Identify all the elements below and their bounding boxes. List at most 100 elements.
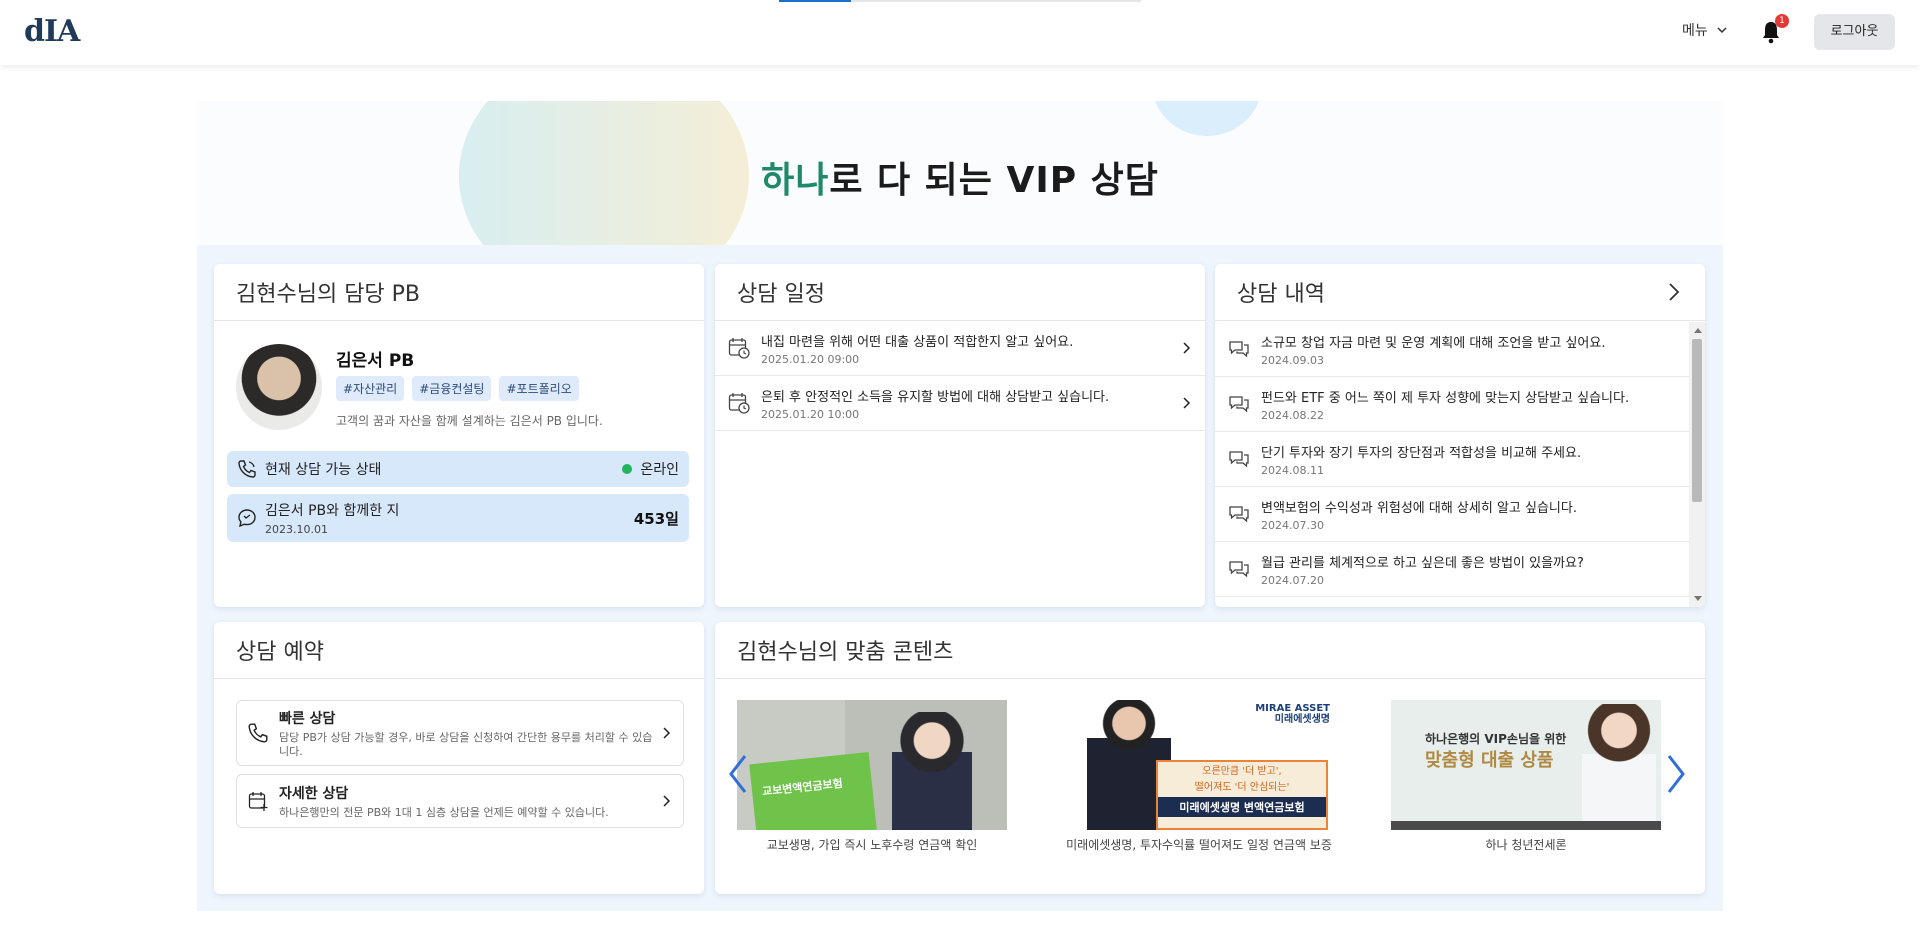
content-caption[interactable]: 교보생명, 가입 즉시 노후수령 연금액 확인 (737, 836, 1007, 853)
content-thumbnail[interactable]: 교보변액연금보험 (737, 700, 1007, 830)
thumbnail-text: 교보변액연금보험 (761, 776, 844, 799)
card-header: 상담 일정 (715, 264, 1205, 321)
brand-logo: MIRAE ASSET 미래에셋생명 (1255, 703, 1330, 725)
pb-name: 김은서 PB (336, 351, 415, 371)
detailed-consult-desc: 하나은행만의 전문 PB와 1대 1 심층 상담을 언제든 예약할 수 있습니다… (279, 805, 609, 819)
phone-icon (248, 723, 268, 743)
card-title: 상담 일정 (737, 282, 825, 307)
ad-line: 미래에셋생명 변액연금보험 (1158, 797, 1326, 817)
thumbnail-text: 맞춤형 대출 상품 (1425, 750, 1554, 771)
scrollbar-thumb[interactable] (1692, 339, 1702, 502)
chevron-right-icon (663, 795, 671, 807)
person-image (887, 712, 977, 830)
chevron-right-icon (1183, 397, 1191, 409)
scroll-down-icon[interactable] (1694, 596, 1702, 601)
history-title: 월급 관리를 체계적으로 하고 싶은데 좋은 방법이 있을까요? (1261, 555, 1584, 571)
card-title: 상담 내역 (1237, 282, 1325, 307)
card-header: 상담 예약 (214, 622, 704, 679)
brand-name: MIRAE ASSET (1255, 703, 1330, 714)
quick-consult-title: 빠른 상담 (279, 710, 336, 727)
tag: #금융컨설팅 (412, 376, 492, 401)
tag: #자산관리 (336, 376, 405, 401)
history-title: 단기 투자와 장기 투자의 장단점과 적합성을 비교해 주세요. (1261, 445, 1582, 461)
content-thumbnail[interactable]: MIRAE ASSET 미래에셋생명 오른만큼 '더 받고', 떨어져도 '더 안… (1064, 700, 1334, 830)
ad-panel: 오른만큼 '더 받고', 떨어져도 '더 안심되는' 미래에셋생명 변액연금보험 (1156, 760, 1328, 830)
history-title: 소규모 창업 자금 마련 및 운영 계획에 대해 조언을 받고 싶어요. (1261, 335, 1606, 351)
availability-status: 현재 상담 가능 상태 온라인 (227, 451, 689, 487)
person-image (1579, 704, 1659, 824)
history-card: 상담 내역 소규모 창업 자금 마련 및 운영 계획에 대해 조언을 받고 싶어… (1215, 264, 1705, 607)
together-label: 김은서 PB와 함께한 지 (265, 503, 400, 519)
history-date: 2024.09.03 (1261, 353, 1324, 367)
ad-line: 오른만큼 '더 받고', (1202, 766, 1282, 777)
online-dot (622, 464, 633, 474)
together-date: 2023.10.01 (265, 523, 328, 536)
menu-label: 메뉴 (1682, 23, 1708, 39)
history-item[interactable]: 월급 관리를 체계적으로 하고 싶은데 좋은 방법이 있을까요? 2024.07… (1215, 542, 1689, 597)
history-scrollbar[interactable] (1689, 322, 1705, 607)
history-date: 2024.07.30 (1261, 518, 1324, 532)
card-header: 김현수님의 맞춤 콘텐츠 (715, 622, 1705, 679)
history-title: 변액보험의 수익성과 위험성에 대해 상세히 알고 싶습니다. (1261, 500, 1577, 516)
tag: #포트폴리오 (499, 376, 579, 401)
contents-card: 김현수님의 맞춤 콘텐츠 교보변액연금보험 교보생명, 가입 즉시 노후수령 연… (715, 622, 1705, 894)
scroll-up-icon[interactable] (1694, 328, 1702, 333)
schedule-item[interactable]: 은퇴 후 안정적인 소득을 유지할 방법에 대해 상담받고 싶습니다. 2025… (715, 376, 1205, 431)
schedule-card: 상담 일정 내집 마련을 위해 어떤 대출 상품이 적합한지 알고 싶어요. 2… (715, 264, 1205, 607)
schedule-title: 내집 마련을 위해 어떤 대출 상품이 적합한지 알고 싶어요. (761, 334, 1074, 350)
logo[interactable]: dIA (24, 14, 80, 49)
together-days: 김은서 PB와 함께한 지 2023.10.01 453일 (227, 494, 689, 542)
logout-button[interactable]: 로그아웃 (1814, 14, 1895, 50)
banner-title-accent: 하나 (761, 160, 830, 201)
chat-bubbles-icon (1229, 561, 1249, 578)
chat-bubbles-icon (1229, 451, 1249, 468)
calendar-clock-icon (728, 338, 750, 359)
chat-bubbles-icon (1229, 341, 1249, 358)
card-header: 상담 내역 (1215, 264, 1705, 321)
chevron-right-icon (663, 727, 671, 739)
product-book-image: 교보변액연금보험 (749, 751, 877, 830)
chat-bubbles-icon (1229, 506, 1249, 523)
history-date: 2024.08.22 (1261, 408, 1324, 422)
chat-bubbles-icon (1229, 396, 1249, 413)
carousel-next-icon[interactable] (1665, 754, 1687, 794)
schedule-item[interactable]: 내집 마련을 위해 어떤 대출 상품이 적합한지 알고 싶어요. 2025.01… (715, 321, 1205, 376)
banner-title-rest: 로 다 되는 VIP 상담 (829, 160, 1159, 201)
detailed-consult-title: 자세한 상담 (279, 785, 349, 802)
history-title: 펀드와 ETF 중 어느 쪽이 제 투자 성향에 맞는지 상담받고 싶습니다. (1261, 390, 1630, 406)
quick-consult-button[interactable]: 빠른 상담 담당 PB가 상담 가능할 경우, 바로 상담을 신청하여 간단한 … (236, 700, 684, 766)
pb-description: 고객의 꿈과 자산을 함께 설계하는 김은서 PB 입니다. (336, 414, 603, 428)
notification-badge: 1 (1775, 14, 1789, 28)
chevron-right-icon (1183, 342, 1191, 354)
pb-avatar (236, 344, 322, 430)
chevron-right-icon[interactable] (1665, 281, 1683, 303)
card-title: 김현수님의 담당 PB (236, 282, 421, 307)
detailed-consult-button[interactable]: 자세한 상담 하나은행만의 전문 PB와 1대 1 심층 상담을 언제든 예약할… (236, 774, 684, 828)
history-date: 2024.08.11 (1261, 463, 1324, 477)
history-item[interactable]: 소규모 창업 자금 마련 및 운영 계획에 대해 조언을 받고 싶어요. 202… (1215, 322, 1689, 377)
phone-icon (238, 460, 256, 478)
carousel-prev-icon[interactable] (727, 754, 749, 794)
pb-card: 김현수님의 담당 PB 김은서 PB #자산관리 #금융컨설팅 #포트폴리오 고… (214, 264, 704, 607)
calendar-add-icon (248, 792, 268, 811)
thumbnail-bar (1391, 821, 1661, 830)
chat-icon (238, 509, 256, 528)
banner-title: 하나로 다 되는 VIP 상담 (197, 151, 1723, 203)
together-days-count: 453일 (633, 509, 679, 528)
banner-decoration (1152, 101, 1262, 136)
history-date: 2024.07.20 (1261, 573, 1324, 587)
page-indicator (779, 0, 1141, 2)
content-caption[interactable]: 미래에셋생명, 투자수익률 떨어져도 일정 연금액 보증 (1064, 836, 1334, 853)
content-caption[interactable]: 하나 청년전세론 (1391, 836, 1661, 853)
thumbnail-text: 하나은행의 VIP손님을 위한 (1425, 732, 1567, 746)
ad-line: 떨어져도 '더 안심되는' (1194, 782, 1290, 793)
history-item[interactable]: 단기 투자와 장기 투자의 장단점과 적합성을 비교해 주세요. 2024.08… (1215, 432, 1689, 487)
calendar-clock-icon (728, 393, 750, 414)
history-item[interactable]: 변액보험의 수익성과 위험성에 대해 상세히 알고 싶습니다. 2024.07.… (1215, 487, 1689, 542)
status-label: 현재 상담 가능 상태 (265, 462, 382, 478)
content-thumbnail[interactable]: 하나은행의 VIP손님을 위한 맞춤형 대출 상품 (1391, 700, 1661, 830)
menu-button[interactable]: 메뉴 (1682, 20, 1728, 40)
history-item[interactable]: 펀드와 ETF 중 어느 쪽이 제 투자 성향에 맞는지 상담받고 싶습니다. … (1215, 377, 1689, 432)
card-title: 김현수님의 맞춤 콘텐츠 (737, 640, 954, 665)
schedule-title: 은퇴 후 안정적인 소득을 유지할 방법에 대해 상담받고 싶습니다. (761, 389, 1110, 405)
